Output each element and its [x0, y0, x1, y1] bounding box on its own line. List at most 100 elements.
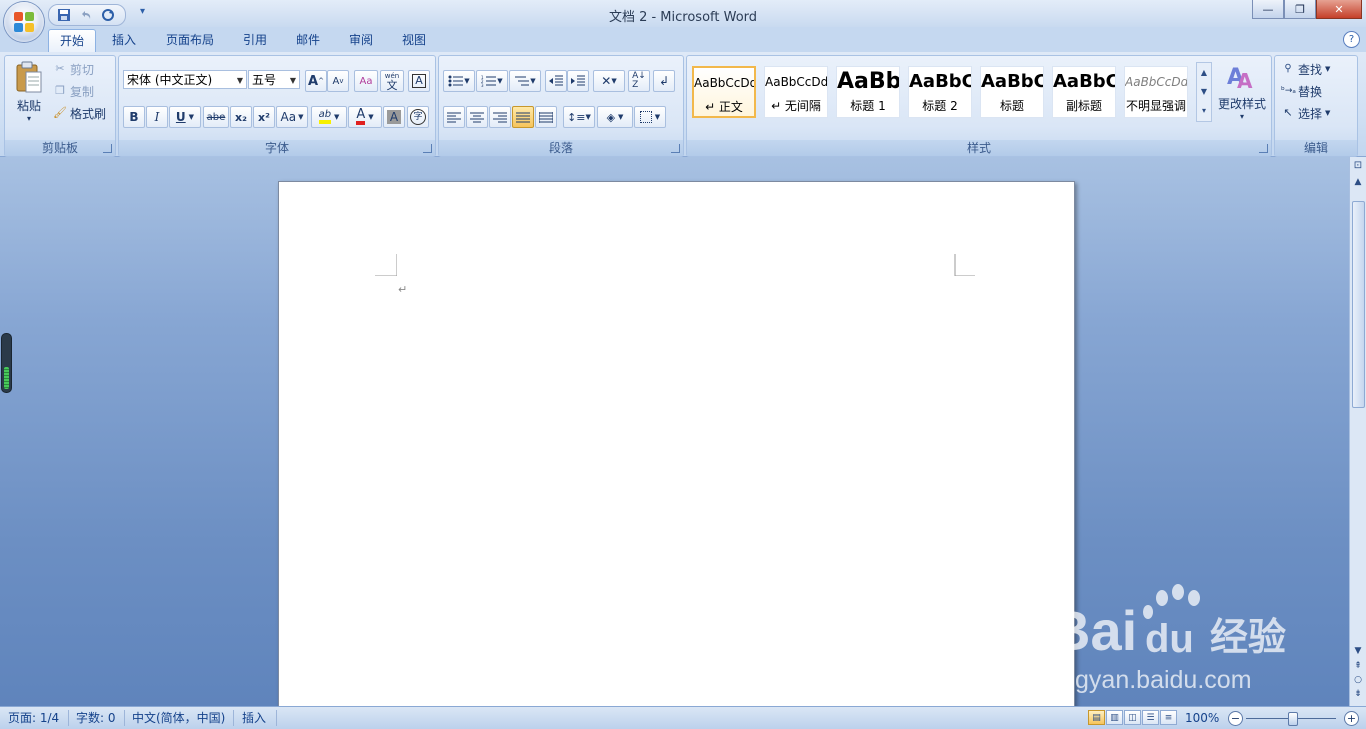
shading-button[interactable]: ◈ ▼ — [597, 106, 633, 128]
shrink-font-button[interactable]: Av — [327, 70, 349, 92]
tab-insert[interactable]: 插入 — [102, 29, 146, 51]
style-heading-1[interactable]: AaBb 标题 1 — [836, 66, 900, 118]
status-separator — [233, 710, 234, 726]
left-side-slider[interactable] — [1, 333, 12, 393]
office-button[interactable] — [4, 2, 44, 42]
style-heading-2[interactable]: AaBbC 标题 2 — [908, 66, 972, 118]
superscript-button[interactable]: x² — [253, 106, 275, 128]
zoom-in-icon[interactable]: + — [1344, 711, 1359, 726]
style-title[interactable]: AaBbC 标题 — [980, 66, 1044, 118]
format-painter-button[interactable]: 🖌 格式刷 — [53, 104, 106, 122]
chevron-down-icon[interactable]: ▼ — [1197, 82, 1211, 101]
status-insert-mode[interactable]: 插入 — [242, 710, 266, 726]
text-highlight-button[interactable]: ab ▼ — [311, 106, 347, 128]
help-icon[interactable]: ? — [1343, 31, 1360, 48]
next-page-icon[interactable]: ⇟ — [1351, 687, 1365, 701]
ruler-toggle-icon[interactable]: ⊡ — [1351, 159, 1365, 173]
more-icon[interactable]: ▾ — [1197, 101, 1211, 120]
close-button[interactable]: ✕ — [1316, 0, 1362, 19]
chevron-up-icon[interactable]: ▲ — [1197, 63, 1211, 82]
bullets-button[interactable]: ▼ — [443, 70, 475, 92]
tab-home[interactable]: 开始 — [48, 29, 96, 52]
zoom-level[interactable]: 100% — [1185, 710, 1219, 726]
multilevel-list-button[interactable]: ▼ — [509, 70, 541, 92]
vertical-scrollbar[interactable]: ⊡ ▲ ▼ ⇞ ○ ⇟ — [1349, 157, 1366, 706]
zoom-slider-knob[interactable] — [1288, 712, 1298, 726]
minimize-button[interactable]: — — [1252, 0, 1284, 19]
tab-page-layout[interactable]: 页面布局 — [156, 29, 224, 51]
decrease-indent-button[interactable] — [545, 70, 567, 92]
line-spacing-button[interactable]: ↕≡ ▼ — [563, 106, 595, 128]
underline-button[interactable]: U ▼ — [169, 106, 201, 128]
bold-button[interactable]: B — [123, 106, 145, 128]
outline-view-icon[interactable]: ☰ — [1142, 710, 1159, 725]
paste-button[interactable]: 粘贴 ▾ — [11, 60, 47, 132]
chinese-layout-button[interactable]: ✕ ▼ — [593, 70, 625, 92]
customize-qat-icon[interactable]: ▾ — [140, 6, 145, 17]
grow-font-button[interactable]: A ^ — [305, 70, 327, 92]
subscript-button[interactable]: x₂ — [230, 106, 252, 128]
select-button[interactable]: ↖ 选择 ▼ — [1281, 104, 1330, 122]
character-border-button[interactable]: A — [408, 70, 430, 92]
numbering-button[interactable]: 1 2 3 ▼ — [476, 70, 508, 92]
print-layout-view-icon[interactable]: ▤ — [1088, 710, 1105, 725]
cut-button[interactable]: ✂ 剪切 — [53, 60, 94, 78]
draft-view-icon[interactable]: ≡ — [1160, 710, 1177, 725]
font-launcher-icon[interactable] — [423, 144, 432, 153]
status-word-count[interactable]: 字数: 0 — [76, 710, 116, 726]
redo-icon[interactable] — [99, 7, 117, 23]
font-size-combo[interactable]: 五号 ▼ — [248, 70, 300, 89]
styles-launcher-icon[interactable] — [1259, 144, 1268, 153]
style-subtle-emphasis[interactable]: AaBbCcDd 不明显强调 — [1124, 66, 1188, 118]
scroll-down-icon[interactable]: ▼ — [1351, 644, 1365, 658]
previous-page-icon[interactable]: ⇞ — [1351, 659, 1365, 673]
change-case-button[interactable]: Aa ▼ — [276, 106, 308, 128]
zoom-out-icon[interactable]: − — [1228, 711, 1243, 726]
status-language[interactable]: 中文(简体，中国) — [132, 710, 225, 726]
maximize-button[interactable]: ❐ — [1284, 0, 1316, 19]
borders-button[interactable]: ▼ — [634, 106, 666, 128]
tab-references[interactable]: 引用 — [234, 29, 276, 51]
strikethrough-button[interactable]: abe — [203, 106, 229, 128]
styles-gallery-scroll[interactable]: ▲ ▼ ▾ — [1196, 62, 1212, 122]
tab-review[interactable]: 审阅 — [340, 29, 382, 51]
style-normal[interactable]: AaBbCcDd ↵ 正文 — [692, 66, 756, 118]
clipboard-launcher-icon[interactable] — [103, 144, 112, 153]
style-no-spacing[interactable]: AaBbCcDd ↵ 无间隔 — [764, 66, 828, 118]
undo-icon[interactable] — [77, 7, 95, 23]
scroll-thumb[interactable] — [1352, 201, 1365, 408]
change-styles-button[interactable]: AA 更改样式 ▾ — [1215, 60, 1269, 132]
increase-indent-button[interactable] — [567, 70, 589, 92]
enclose-characters-button[interactable]: 字 — [407, 106, 429, 128]
tab-mailings[interactable]: 邮件 — [287, 29, 329, 51]
clear-format-button[interactable]: Aa — [354, 70, 378, 92]
window-controls: — ❐ ✕ — [1252, 0, 1362, 19]
document-page[interactable]: ↵ — [278, 181, 1075, 706]
align-center-button[interactable] — [466, 106, 488, 128]
status-page[interactable]: 页面: 1/4 — [8, 710, 59, 726]
scroll-up-icon[interactable]: ▲ — [1351, 175, 1365, 189]
tab-view[interactable]: 视图 — [393, 29, 435, 51]
align-right-button[interactable] — [489, 106, 511, 128]
font-color-button[interactable]: A ▼ — [348, 106, 382, 128]
italic-button[interactable]: I — [146, 106, 168, 128]
phonetic-guide-button[interactable]: wén 文 — [380, 70, 404, 92]
select-browse-object-icon[interactable]: ○ — [1351, 673, 1365, 687]
align-left-button[interactable] — [443, 106, 465, 128]
web-layout-view-icon[interactable]: ◫ — [1124, 710, 1141, 725]
replace-button[interactable]: ᵇ→ₐ 替换 — [1281, 82, 1322, 100]
save-icon[interactable] — [55, 7, 73, 23]
style-subtitle[interactable]: AaBbC 副标题 — [1052, 66, 1116, 118]
find-button[interactable]: ⚲ 查找 ▼ — [1281, 60, 1330, 78]
justify-button[interactable] — [512, 106, 534, 128]
character-shading-button[interactable]: A — [383, 106, 405, 128]
paste-dropdown-icon[interactable]: ▾ — [11, 114, 47, 123]
copy-button[interactable]: ❐ 复制 — [53, 82, 94, 100]
distribute-button[interactable] — [535, 106, 557, 128]
full-screen-reading-view-icon[interactable]: ▥ — [1106, 710, 1123, 725]
paragraph-launcher-icon[interactable] — [671, 144, 680, 153]
font-family-combo[interactable]: 宋体 (中文正文) ▼ — [123, 70, 247, 89]
multilevel-list-icon — [515, 76, 530, 86]
show-marks-button[interactable]: ↲ — [653, 70, 675, 92]
sort-button[interactable]: A↓ Z — [628, 70, 650, 92]
